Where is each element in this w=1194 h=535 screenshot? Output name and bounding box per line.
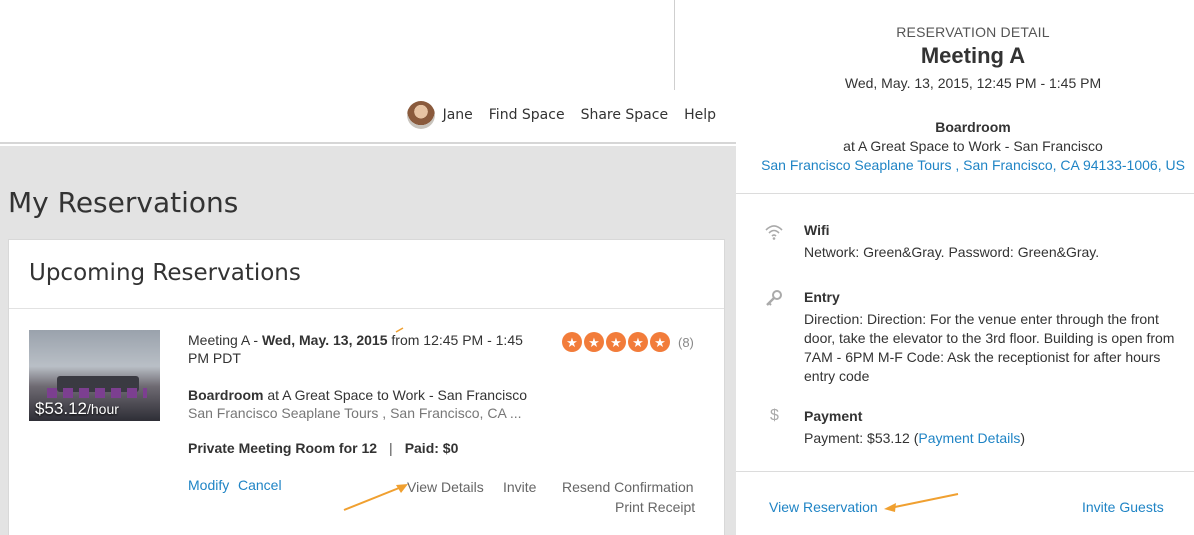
resend-confirmation-link[interactable]: Resend Confirmation bbox=[562, 479, 694, 495]
nav-share-space[interactable]: Share Space bbox=[581, 107, 669, 123]
price-badge: $53.12/hour bbox=[35, 399, 119, 419]
entry-heading: Entry bbox=[804, 289, 840, 305]
nav-help[interactable]: Help bbox=[684, 107, 716, 123]
space-thumbnail[interactable]: $53.12/hour bbox=[29, 330, 160, 421]
nav-find-space[interactable]: Find Space bbox=[489, 107, 565, 123]
terms-separator: | bbox=[389, 440, 393, 456]
cancel-link[interactable]: Cancel bbox=[238, 477, 282, 493]
star-icon: ★ bbox=[562, 332, 582, 352]
detail-venue: at A Great Space to Work - San Francisco bbox=[843, 138, 1103, 154]
reservation-name: Meeting A - bbox=[188, 332, 262, 348]
invite-guests-link[interactable]: Invite Guests bbox=[1082, 499, 1164, 515]
dollar-icon: $ bbox=[770, 407, 779, 424]
entry-text: Direction: Direction: For the venue ente… bbox=[804, 311, 1175, 384]
reservation-address: San Francisco Seaplane Tours , San Franc… bbox=[188, 405, 522, 421]
reservation-detail-panel: RESERVATION DETAIL Meeting A Wed, May. 1… bbox=[736, 0, 1194, 535]
wifi-heading: Wifi bbox=[804, 222, 830, 238]
reservation-info: Meeting A - Wed, May. 13, 2015 from 12:4… bbox=[188, 331, 528, 457]
reservations-app: Jane Find Space Share Space Help My Rese… bbox=[0, 0, 736, 535]
wifi-text: Network: Green&Gray. Password: Green&Gra… bbox=[804, 244, 1100, 260]
main-nav: Jane Find Space Share Space Help bbox=[406, 101, 716, 129]
entry-section: Entry Direction: Direction: For the venu… bbox=[764, 289, 1184, 386]
payment-section: $ Payment Payment: $53.12 (Payment Detai… bbox=[764, 407, 1184, 448]
payment-heading: Payment bbox=[804, 408, 863, 424]
detail-time: Wed, May. 13, 2015, 12:45 PM - 1:45 PM bbox=[844, 75, 1102, 91]
view-details-link[interactable]: View Details bbox=[407, 479, 484, 495]
reservation-terms: Private Meeting Room for 12 | Paid: $0 bbox=[188, 439, 528, 457]
detail-header: RESERVATION DETAIL Meeting A Wed, May. 1… bbox=[736, 24, 1194, 173]
print-receipt-link[interactable]: Print Receipt bbox=[615, 499, 695, 515]
room-type: Private Meeting Room for 12 bbox=[188, 440, 378, 456]
page-title: My Reservations bbox=[8, 186, 239, 219]
annotation-arrow-icon bbox=[884, 493, 959, 512]
star-icon: ★ bbox=[606, 332, 626, 352]
rating: ★ ★ ★ ★ ★ (8) bbox=[562, 332, 694, 352]
divider bbox=[736, 471, 1194, 472]
rating-count: (8) bbox=[678, 334, 694, 350]
upcoming-reservations-card: Upcoming Reservations $53.12/hour Meetin… bbox=[8, 239, 725, 535]
star-icon: ★ bbox=[584, 332, 604, 352]
detail-label: RESERVATION DETAIL bbox=[896, 24, 1050, 40]
thumbnail-chairs-shape bbox=[47, 388, 147, 398]
user-name: Jane bbox=[442, 107, 473, 123]
reservation-venue: Boardroom at A Great Space to Work - San… bbox=[188, 386, 528, 404]
reservation-venue-name: at A Great Space to Work - San Francisco bbox=[263, 387, 527, 403]
user-menu[interactable]: Jane bbox=[406, 101, 473, 129]
paid-amount: Paid: $0 bbox=[404, 440, 459, 456]
price-unit: /hour bbox=[87, 401, 119, 417]
modify-link[interactable]: Modify bbox=[188, 477, 229, 493]
detail-room: Boardroom bbox=[935, 119, 1011, 135]
header-divider bbox=[674, 0, 675, 90]
payment-text: Payment: $53.12 (Payment Details) bbox=[804, 429, 1184, 448]
view-reservation-link[interactable]: View Reservation bbox=[769, 499, 878, 515]
detail-address-link[interactable]: San Francisco Seaplane Tours , San Franc… bbox=[736, 157, 1194, 173]
reservation-title-line: Meeting A - Wed, May. 13, 2015 from 12:4… bbox=[188, 331, 528, 367]
key-icon bbox=[766, 290, 782, 306]
main-content: My Reservations Upcoming Reservations $5… bbox=[0, 146, 736, 535]
reservation-room: Boardroom bbox=[188, 387, 264, 403]
detail-title: Meeting A bbox=[920, 43, 1026, 68]
divider bbox=[736, 193, 1194, 194]
reservation-date: Wed, May. 13, 2015 bbox=[261, 332, 388, 348]
wifi-section: Wifi Network: Green&Gray. Password: Gree… bbox=[764, 222, 1184, 262]
card-title: Upcoming Reservations bbox=[9, 240, 724, 309]
payment-amount: Payment: $53.12 ( bbox=[804, 430, 919, 446]
avatar bbox=[406, 101, 435, 129]
payment-details-link[interactable]: Payment Details bbox=[918, 430, 1020, 446]
star-icon: ★ bbox=[650, 332, 670, 352]
top-bar: Jane Find Space Share Space Help bbox=[0, 0, 736, 144]
wifi-icon bbox=[765, 225, 783, 240]
invite-link[interactable]: Invite bbox=[503, 479, 536, 495]
payment-suffix: ) bbox=[1020, 430, 1026, 446]
star-icon: ★ bbox=[628, 332, 648, 352]
price-value: $53.12 bbox=[35, 399, 87, 418]
